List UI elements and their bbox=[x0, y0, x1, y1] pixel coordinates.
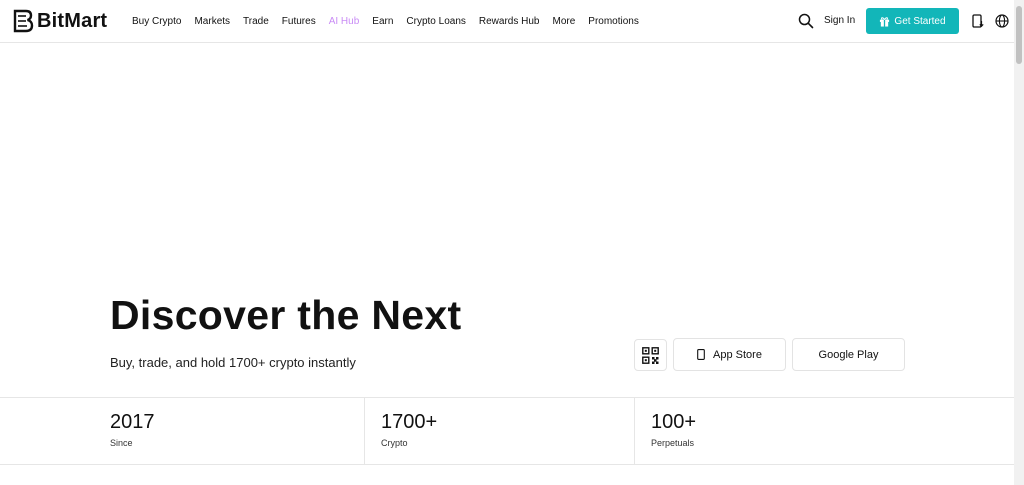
stats-bar: 2017 Since 1700+ Crypto 100+ Perpetuals bbox=[0, 397, 1014, 465]
phone-icon bbox=[697, 349, 705, 360]
nav-markets[interactable]: Markets bbox=[194, 16, 230, 27]
app-store-label: App Store bbox=[713, 348, 762, 361]
nav-rewards-hub[interactable]: Rewards Hub bbox=[479, 16, 540, 27]
nav-crypto-loans[interactable]: Crypto Loans bbox=[406, 16, 465, 27]
qr-code-button[interactable] bbox=[634, 339, 667, 371]
get-started-button[interactable]: Get Started bbox=[866, 8, 959, 34]
bitmart-logo[interactable]: BitMart bbox=[12, 8, 107, 34]
google-play-label: Google Play bbox=[818, 348, 879, 361]
qr-code-icon bbox=[642, 346, 659, 364]
nav-more[interactable]: More bbox=[552, 16, 575, 27]
brand-name: BitMart bbox=[37, 9, 108, 32]
nav-trade[interactable]: Trade bbox=[243, 16, 269, 27]
top-navigation-bar: BitMart Buy Crypto Markets Trade Futures… bbox=[0, 0, 1014, 43]
stat-value: 1700+ bbox=[381, 411, 438, 433]
gift-icon bbox=[880, 16, 890, 27]
search-icon[interactable] bbox=[798, 13, 814, 29]
main-nav: Buy Crypto Markets Trade Futures AI Hub … bbox=[132, 0, 652, 42]
hero-subtitle: Buy, trade, and hold 1700+ crypto instan… bbox=[110, 355, 356, 370]
page-scrollbar[interactable] bbox=[1014, 0, 1024, 485]
scrollbar-thumb[interactable] bbox=[1016, 6, 1022, 64]
stat-label: Crypto bbox=[381, 438, 408, 448]
nav-buy-crypto[interactable]: Buy Crypto bbox=[132, 16, 181, 27]
stat-crypto: 1700+ Crypto bbox=[364, 398, 635, 464]
app-store-button[interactable]: App Store bbox=[673, 338, 786, 371]
sign-in-link[interactable]: Sign In bbox=[824, 15, 855, 26]
nav-futures[interactable]: Futures bbox=[282, 16, 316, 27]
stat-value: 100+ bbox=[651, 411, 697, 433]
stat-value: 2017 bbox=[110, 411, 155, 433]
nav-promotions[interactable]: Promotions bbox=[588, 16, 639, 27]
stat-label: Since bbox=[110, 438, 133, 448]
download-app-icon[interactable] bbox=[972, 14, 984, 28]
stat-label: Perpetuals bbox=[651, 438, 695, 448]
hero-title: Discover the Next bbox=[110, 292, 462, 338]
nav-ai-hub[interactable]: AI Hub bbox=[329, 16, 360, 27]
nav-earn[interactable]: Earn bbox=[372, 16, 393, 27]
bitmart-logo-icon bbox=[13, 9, 34, 33]
get-started-label: Get Started bbox=[894, 15, 946, 27]
globe-icon[interactable] bbox=[995, 14, 1009, 28]
stat-perpetuals: 100+ Perpetuals bbox=[634, 398, 905, 464]
google-play-button[interactable]: Google Play bbox=[792, 338, 905, 371]
stat-since: 2017 Since bbox=[110, 398, 364, 464]
